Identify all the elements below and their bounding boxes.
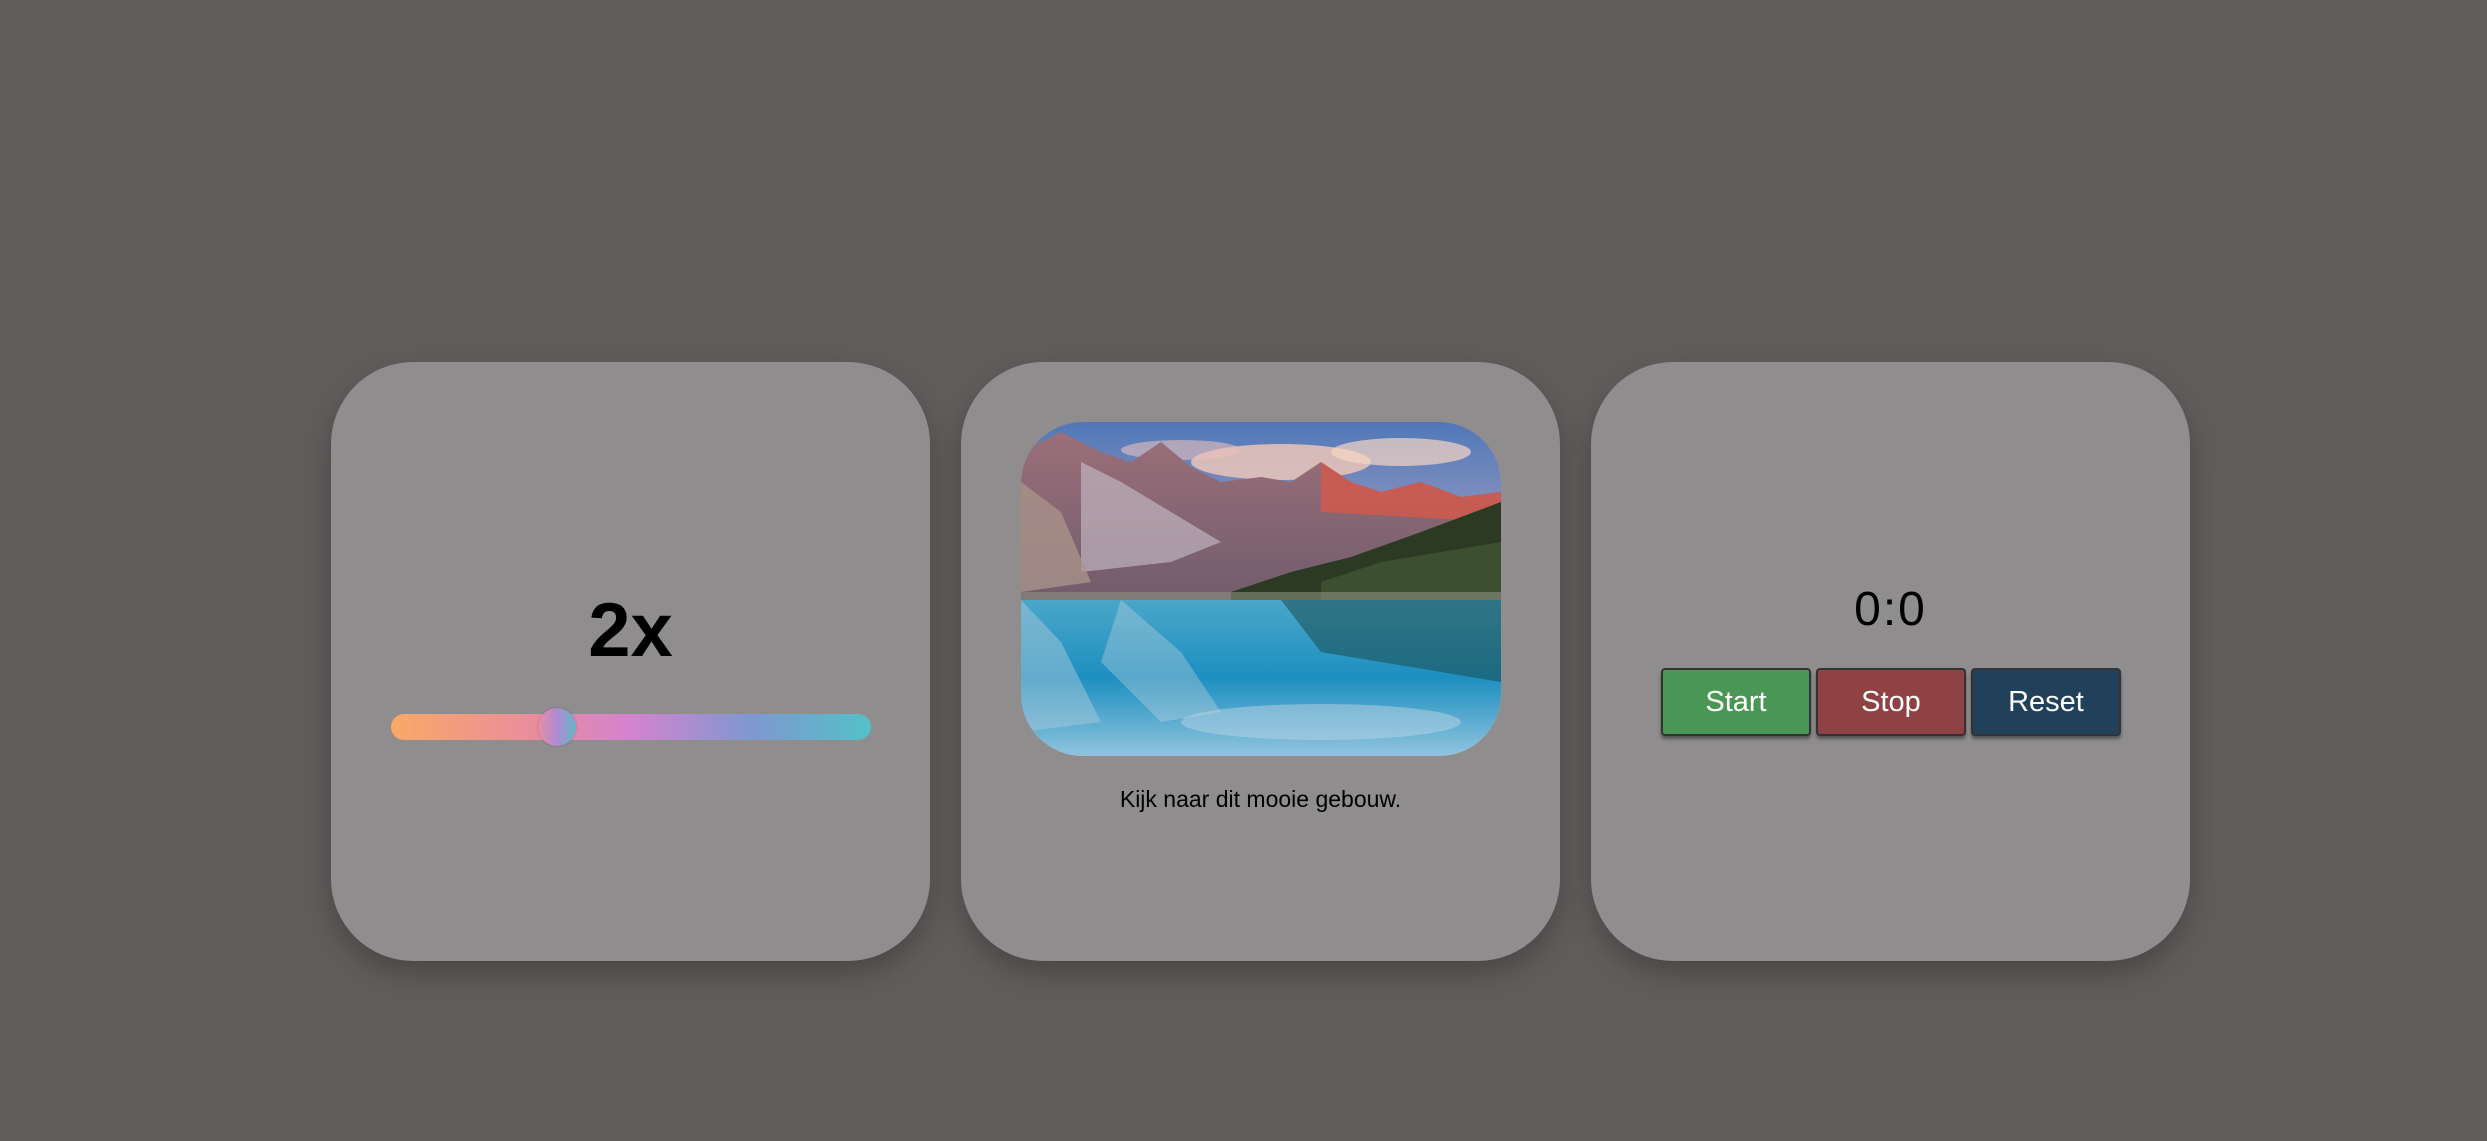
stop-button[interactable]: Stop xyxy=(1816,668,1966,736)
timer-display: 0:0 xyxy=(1854,583,1927,636)
reset-button[interactable]: Reset xyxy=(1971,668,2121,736)
image-caption: Kijk naar dit mooie gebouw. xyxy=(1119,786,1402,812)
start-button[interactable]: Start xyxy=(1661,668,1811,736)
speed-slider[interactable] xyxy=(391,708,871,746)
speed-slider-thumb[interactable] xyxy=(537,708,576,746)
speed-card: 2x xyxy=(331,362,930,961)
image-card: Kijk naar dit mooie gebouw. xyxy=(961,362,1560,961)
timer-card: 0:0 Start Stop Reset xyxy=(1591,362,2190,961)
mountain-lake-photo xyxy=(1021,422,1501,756)
speed-value-label: 2x xyxy=(588,588,673,673)
timer-controls: Start Stop Reset xyxy=(1661,668,2121,736)
cards-container: 2x Kijk naar dit mooie gebouw. 0:0 Start… xyxy=(331,362,2190,961)
